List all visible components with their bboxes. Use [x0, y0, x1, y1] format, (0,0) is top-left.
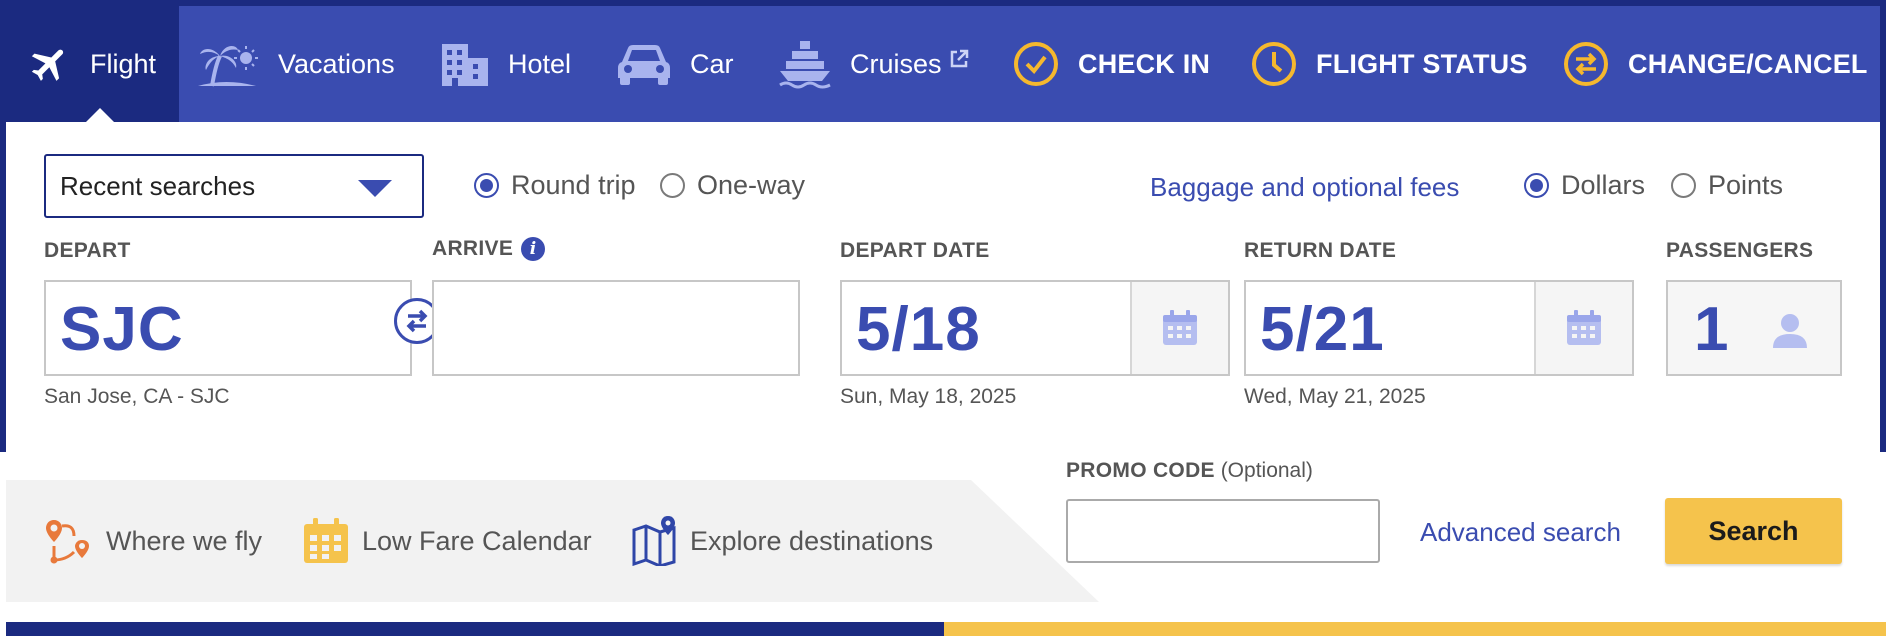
tab-vacations[interactable]: Vacations	[198, 6, 395, 122]
depart-date-value: 5/18	[856, 295, 981, 364]
return-calendar-button[interactable]	[1534, 282, 1632, 374]
low-fare-calendar-label: Low Fare Calendar	[362, 525, 592, 556]
tab-flight-status[interactable]: FLIGHT STATUS	[1250, 6, 1528, 122]
radio-dot	[474, 173, 499, 198]
recent-searches-dropdown[interactable]: Recent searches	[44, 154, 424, 218]
tab-cruises-label: Cruises	[850, 48, 942, 79]
tab-check-in-label: CHECK IN	[1078, 48, 1211, 79]
round-trip-radio[interactable]: Round trip	[474, 170, 636, 201]
tab-check-in[interactable]: CHECK IN	[1012, 6, 1210, 122]
tab-cruises[interactable]: Cruises	[778, 6, 970, 122]
passengers-field[interactable]: 1	[1666, 280, 1842, 376]
explore-destinations-label: Explore destinations	[690, 525, 934, 556]
calendar-icon	[1163, 310, 1197, 345]
hotel-building-icon	[440, 40, 490, 88]
passengers-value: 1	[1694, 295, 1730, 364]
arrive-label-wrap: ARRIVE i	[432, 237, 546, 261]
swap-icon	[406, 309, 428, 333]
swap-arrows-icon	[1562, 40, 1610, 88]
tab-vacations-label: Vacations	[278, 48, 395, 79]
depart-calendar-button[interactable]	[1130, 282, 1228, 374]
tab-flight-status-label: FLIGHT STATUS	[1316, 48, 1528, 79]
promo-code-title: PROMO CODE	[1066, 459, 1215, 482]
explore-destinations-link[interactable]: Explore destinations	[632, 516, 933, 566]
depart-date-full: Sun, May 18, 2025	[840, 385, 1017, 408]
route-map-icon	[46, 520, 89, 564]
return-date-value: 5/21	[1260, 295, 1385, 364]
one-way-label: One-way	[697, 170, 806, 200]
bottom-accent-bar-yellow	[944, 622, 1886, 636]
points-label: Points	[1708, 170, 1784, 200]
tab-car[interactable]: Car	[616, 6, 734, 122]
person-icon	[1770, 310, 1810, 355]
points-radio[interactable]: Points	[1671, 170, 1783, 201]
depart-date-field[interactable]: 5/18	[840, 280, 1230, 376]
where-we-fly-label: Where we fly	[106, 525, 263, 556]
depart-date-label: DEPART DATE	[840, 239, 990, 262]
tab-flight[interactable]: Flight	[6, 6, 179, 122]
one-way-radio[interactable]: One-way	[660, 170, 805, 201]
palm-tree-sun-icon	[198, 40, 260, 88]
recent-searches-label: Recent searches	[60, 170, 256, 201]
cruise-ship-icon	[778, 39, 832, 89]
promo-code-label: PROMO CODE (Optional)	[1066, 459, 1313, 483]
return-date-full: Wed, May 21, 2025	[1244, 385, 1426, 408]
external-link-icon	[948, 48, 970, 70]
depart-value: SJC	[60, 295, 184, 364]
tab-change-cancel[interactable]: CHANGE/CANCEL	[1562, 6, 1868, 122]
promo-optional: (Optional)	[1220, 459, 1313, 482]
tab-hotel-label: Hotel	[508, 48, 572, 79]
baggage-fees-link[interactable]: Baggage and optional fees	[1150, 172, 1459, 203]
top-nav: Flight Vacations Hotel Car Cruises CHECK…	[6, 6, 1880, 122]
round-trip-label: Round trip	[511, 170, 636, 200]
return-date-label: RETURN DATE	[1244, 239, 1397, 262]
tab-car-label: Car	[690, 48, 734, 79]
depart-field[interactable]: SJC	[44, 280, 412, 376]
map-pin-icon	[632, 516, 676, 566]
promo-code-input[interactable]	[1066, 499, 1380, 563]
arrive-label: ARRIVE	[432, 237, 514, 260]
calendar-icon	[304, 518, 348, 563]
dollars-label: Dollars	[1561, 170, 1646, 200]
tab-change-cancel-label: CHANGE/CANCEL	[1628, 48, 1868, 79]
arrive-field[interactable]	[432, 280, 800, 376]
search-button[interactable]: Search	[1665, 498, 1842, 564]
info-icon[interactable]: i	[521, 237, 546, 261]
advanced-search-link[interactable]: Advanced search	[1420, 517, 1621, 548]
radio-dot	[1671, 173, 1696, 198]
where-we-fly-link[interactable]: Where we fly	[44, 516, 262, 566]
checkmark-circle-icon	[1012, 40, 1060, 88]
return-date-field[interactable]: 5/21	[1244, 280, 1634, 376]
depart-airport-name: San Jose, CA - SJC	[44, 385, 230, 408]
tab-flight-label: Flight	[90, 48, 157, 79]
radio-dot	[660, 173, 685, 198]
car-icon	[616, 42, 672, 86]
passengers-label: PASSENGERS	[1666, 239, 1814, 262]
low-fare-calendar-link[interactable]: Low Fare Calendar	[302, 516, 592, 566]
tab-hotel[interactable]: Hotel	[440, 6, 571, 122]
radio-dot	[1524, 173, 1549, 198]
depart-label: DEPART	[44, 239, 131, 262]
calendar-icon	[1567, 310, 1601, 345]
clock-icon	[1250, 40, 1298, 88]
chevron-down-icon	[358, 180, 392, 197]
bottom-accent-bar-blue	[6, 622, 944, 636]
dollars-radio[interactable]: Dollars	[1524, 170, 1645, 201]
airplane-icon	[28, 42, 72, 86]
search-panel: Recent searches Round trip One-way Bagga…	[6, 122, 1880, 452]
